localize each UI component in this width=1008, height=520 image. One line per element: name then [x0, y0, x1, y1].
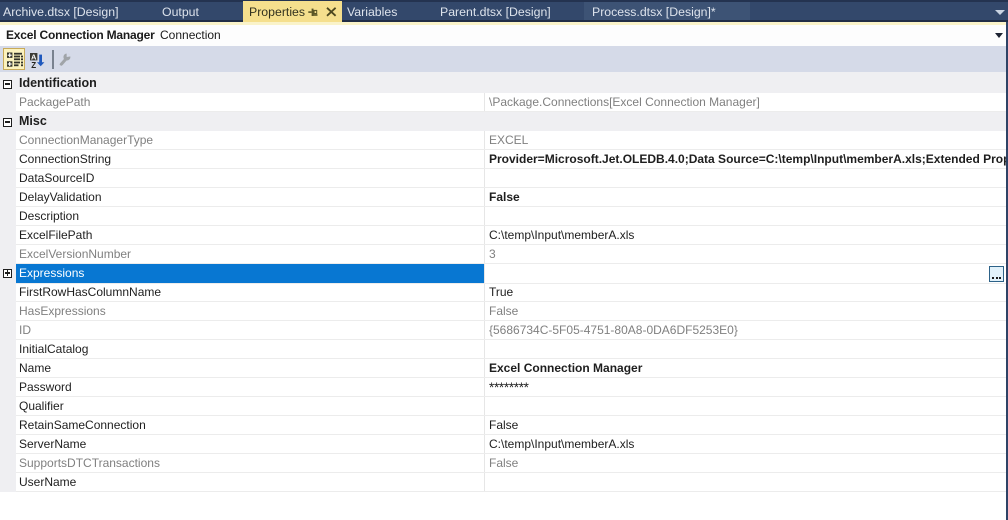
svg-text:Z: Z — [31, 61, 36, 69]
svg-text:A: A — [31, 52, 37, 61]
